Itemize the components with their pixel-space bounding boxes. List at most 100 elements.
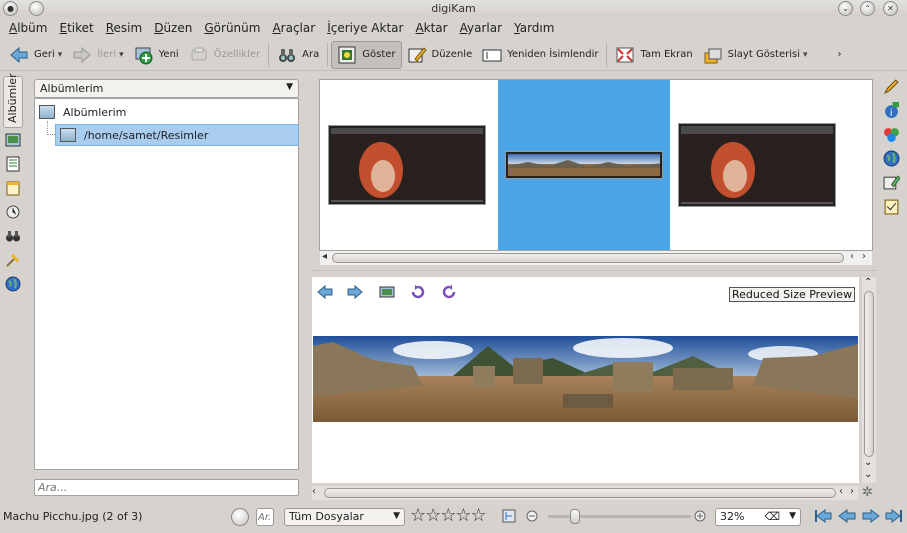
filter-status-led[interactable] <box>231 508 249 526</box>
rename-button[interactable]: Yeniden İsimlendir <box>477 41 603 69</box>
preview-horizontal-scrollbar[interactable]: ‹ ‹ › <box>312 486 858 500</box>
scroll-left-icon[interactable]: ‹ <box>312 486 316 497</box>
new-album-button[interactable]: Yeni <box>129 41 184 69</box>
scroll-up-icon[interactable]: ⌃ <box>864 277 872 288</box>
search-button[interactable]: Ara <box>272 41 324 69</box>
scroll-right-icon[interactable]: › <box>850 486 854 497</box>
svg-text:i: i <box>890 108 893 119</box>
fullscreen-button[interactable]: Tam Ekran <box>610 41 697 69</box>
tags-editor-icon[interactable] <box>883 198 900 215</box>
map-icon[interactable] <box>502 509 516 523</box>
back-button[interactable]: Geri ▾ <box>4 41 67 69</box>
menu-tag[interactable]: Etiket <box>53 21 99 35</box>
status-file-info: Machu Picchu.jpg (2 of 3) <box>3 510 143 523</box>
toolbar-overflow-button[interactable]: › <box>833 41 847 69</box>
globe-icon[interactable] <box>5 276 21 292</box>
toolbar-separator <box>268 42 270 67</box>
next-image-icon[interactable] <box>347 284 363 300</box>
album-icon[interactable] <box>5 132 21 148</box>
tree-item-label: /home/samet/Resimler <box>84 128 209 142</box>
zoom-slider-handle[interactable] <box>570 509 580 524</box>
slideshow-dropdown-icon[interactable]: ▾ <box>803 50 808 60</box>
minimize-icon[interactable]: ⌄ <box>838 1 853 16</box>
maximize-icon[interactable]: ⌃ <box>860 1 875 16</box>
horizontal-splitter[interactable] <box>312 270 877 275</box>
preview-vertical-scrollbar[interactable]: ⌃ ⌄ ⌄ <box>862 277 876 483</box>
geolocation-icon[interactable] <box>883 150 900 167</box>
rename-icon <box>482 49 502 61</box>
file-type-filter-combo[interactable]: Tüm Dosyalar ▼ <box>284 508 405 526</box>
info-icon[interactable]: i <box>883 102 900 119</box>
menu-help[interactable]: Yardım <box>508 21 560 35</box>
search-icon[interactable] <box>5 228 21 244</box>
thumbnail-item-2-selected[interactable] <box>498 80 670 250</box>
right-sidebar-tabs: i <box>880 76 904 236</box>
clear-icon[interactable]: ⌫ <box>764 510 780 523</box>
forward-button[interactable]: İleri ▾ <box>67 41 128 69</box>
menu-bar: Albüm Etiket Resim Düzen Görünüm Araçlar… <box>0 17 907 39</box>
menu-import[interactable]: İçeriye Aktar <box>321 21 409 35</box>
scroll-right-icon[interactable]: › <box>862 251 866 262</box>
next-image-icon[interactable] <box>862 509 880 523</box>
album-view-combo[interactable]: Albümlerim ▼ <box>34 79 299 98</box>
first-image-icon[interactable] <box>814 509 832 523</box>
navigation-corner-icon[interactable]: ✲ <box>862 485 873 500</box>
slideshow-button[interactable]: Slayt Gösterisi ▾ <box>698 41 813 69</box>
album-search-input[interactable] <box>34 479 299 496</box>
menu-album[interactable]: Albüm <box>3 21 53 35</box>
tree-item-resimler[interactable]: /home/samet/Resimler <box>55 124 299 146</box>
forward-dropdown-icon[interactable]: ▾ <box>119 50 124 60</box>
edit-button[interactable]: Düzenle <box>402 41 478 69</box>
scroll-left-icon[interactable]: ‹ <box>839 486 843 497</box>
last-image-icon[interactable] <box>885 509 903 523</box>
menu-edit[interactable]: Düzen <box>148 21 198 35</box>
scrollbar-handle[interactable] <box>864 291 874 457</box>
tree-item-root[interactable]: Albümlerim <box>39 101 126 123</box>
forward-label: İleri <box>97 49 117 60</box>
slideshow-label: Slayt Gösterisi <box>727 49 800 60</box>
scroll-left-icon[interactable]: ‹ <box>850 251 854 262</box>
scrollbar-handle[interactable] <box>324 488 836 498</box>
tab-albums[interactable]: Albümler <box>3 73 23 128</box>
view-button[interactable]: Göster <box>331 40 402 69</box>
close-icon[interactable]: ✕ <box>883 1 898 16</box>
zoom-in-icon[interactable] <box>693 509 707 523</box>
menu-tools[interactable]: Araçlar <box>266 21 321 35</box>
fuzzy-search-icon[interactable] <box>5 252 21 268</box>
rating-filter-stars[interactable]: ☆☆☆☆☆ <box>410 505 487 526</box>
window-title: digiKam <box>431 2 476 15</box>
pencil-icon[interactable] <box>883 78 900 95</box>
rotate-left-icon[interactable] <box>410 284 426 300</box>
scroll-down-icon[interactable]: ⌄ <box>864 457 872 468</box>
thumbnail-item-3[interactable] <box>671 80 846 250</box>
properties-button[interactable]: Özellikler <box>184 41 265 69</box>
color-palette-icon[interactable] <box>883 126 900 143</box>
text-filter-input[interactable] <box>256 508 274 526</box>
thumbnail-item-1[interactable] <box>320 80 497 250</box>
back-dropdown-icon[interactable]: ▾ <box>58 50 63 60</box>
toolbar-separator <box>606 42 608 67</box>
chevron-down-icon: ▼ <box>393 511 400 521</box>
scroll-left-icon[interactable]: ◂ <box>322 251 327 262</box>
previous-image-icon[interactable] <box>317 284 333 300</box>
thumbnail-scrollbar[interactable]: ◂ ‹ › <box>320 251 872 265</box>
title-bar: ● digiKam ⌄ ⌃ ✕ <box>0 0 907 17</box>
calendar-icon[interactable] <box>5 180 21 196</box>
zoom-level-combo[interactable]: 32% ⌫ ▼ <box>715 508 801 526</box>
menu-export[interactable]: Aktar <box>409 21 453 35</box>
scroll-down-icon[interactable]: ⌄ <box>864 469 872 480</box>
versions-icon[interactable] <box>883 174 900 191</box>
back-to-album-icon[interactable] <box>379 284 395 300</box>
scrollbar-handle[interactable] <box>332 253 844 263</box>
chevron-down-icon: ▼ <box>286 82 293 92</box>
menu-image[interactable]: Resim <box>100 21 148 35</box>
zoom-out-icon[interactable] <box>525 509 539 523</box>
menu-settings[interactable]: Ayarlar <box>454 21 508 35</box>
timeline-icon[interactable] <box>5 204 21 220</box>
zoom-slider[interactable] <box>548 509 691 524</box>
rotate-right-icon[interactable] <box>441 284 457 300</box>
tags-icon[interactable] <box>5 156 21 172</box>
menu-view[interactable]: Görünüm <box>198 21 266 35</box>
previous-image-icon[interactable] <box>838 509 856 523</box>
new-label: Yeni <box>158 49 179 60</box>
